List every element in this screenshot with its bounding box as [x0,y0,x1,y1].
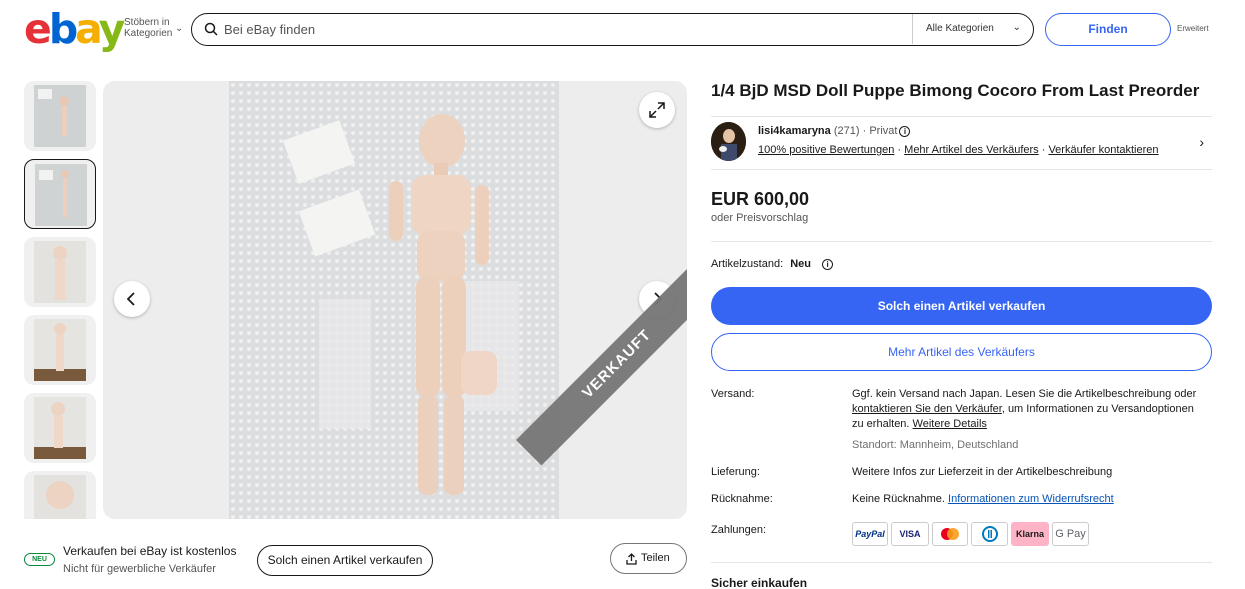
expand-icon [649,102,665,118]
seller-avatar [711,122,746,161]
contact-seller-shipping-link[interactable]: kontaktieren Sie den Verkäufer [852,403,1002,415]
thumbnail[interactable] [24,315,96,385]
find-button[interactable]: Finden [1045,13,1171,46]
seller-name[interactable]: lisi4kamaryna [758,125,831,137]
category-select[interactable]: Alle Kategorien ⌄ [912,14,1033,44]
chevron-down-icon: ⌄ [1012,22,1021,33]
payment-label: Zahlungen: [711,524,767,536]
price: EUR 600,00 [711,189,810,209]
doll-thumbnail-image [34,475,86,519]
seller-card[interactable]: lisi4kamaryna (271) · Privat i 100% posit… [711,116,1212,170]
sell-free-title: Verkaufen bei eBay ist kostenlos [63,544,237,558]
fullscreen-button[interactable] [639,92,675,128]
chevron-right-icon[interactable]: › [1199,134,1204,150]
thumbnail[interactable] [24,237,96,307]
seller-type: Privat [869,125,898,137]
condition-row: Artikelzustand: Neu i [711,258,834,270]
mastercard-icon [932,522,968,546]
next-image-button[interactable] [639,281,675,317]
paypal-icon: PayPal [852,522,888,546]
klarna-icon: Klarna [1011,522,1049,546]
more-items-link[interactable]: Mehr Artikel des Verkäufers [904,144,1039,156]
search-input[interactable]: Bei eBay finden [224,22,315,37]
condition-label: Artikelzustand: [711,258,784,270]
new-badge: NEU [24,553,55,566]
doll-thumbnail-image [34,241,86,303]
info-icon[interactable]: i [822,259,834,270]
doll-thumbnail-image [34,319,86,381]
listing-title: 1/4 BjD MSD Doll Puppe Bimong Cocoro Fro… [711,81,1200,100]
google-pay-icon: G Pay [1052,522,1089,546]
search-bar: Bei eBay finden Alle Kategorien ⌄ [191,13,1034,46]
seller-name-row: lisi4kamaryna (271) · Privat i [758,125,911,137]
doll-thumbnail-image [34,85,86,147]
chevron-down-icon: ⌄ [175,23,184,34]
shipping-label: Versand: [711,388,755,400]
seller-rating-count: (271) [833,125,860,137]
more-details-link[interactable]: Weitere Details [913,418,987,430]
doll-thumbnail-image [34,397,86,459]
search-icon [204,22,218,36]
more-seller-items-button[interactable]: Mehr Artikel des Verkäufers [711,333,1212,371]
delivery-value: Weitere Infos zur Lieferzeit in der Arti… [852,466,1113,478]
thumbnail[interactable] [24,471,96,519]
withdrawal-info-link[interactable]: Informationen zum Widerrufsrecht [948,493,1114,505]
visa-icon: VISA [891,522,929,546]
share-button[interactable]: Teilen [610,543,687,574]
safe-shopping-heading: Sicher einkaufen [711,576,808,589]
returns-label: Rücknahme: [711,493,773,505]
shipping-value: Ggf. kein Versand nach Japan. Lesen Sie … [852,388,1197,430]
contact-seller-link[interactable]: Verkäufer kontaktieren [1048,144,1158,156]
diners-icon [971,522,1008,546]
sell-similar-primary-button[interactable]: Solch einen Artikel verkaufen [711,287,1212,325]
sell-similar-button[interactable]: Solch einen Artikel verkaufen [257,545,433,576]
thumbnail[interactable] [24,393,96,463]
returns-value: Keine Rücknahme. Informationen zum Wider… [852,493,1114,505]
condition-value: Neu [790,258,811,270]
ebay-logo[interactable]: ebay [24,9,125,50]
main-image-viewer[interactable] [103,81,687,519]
browse-categories-button[interactable]: Stöbern in Kategorien [124,17,174,39]
location: Standort: Mannheim, Deutschland [852,439,1019,451]
sell-free-subtitle: Nicht für gewerbliche Verkäufer [63,563,216,575]
positive-feedback-link[interactable]: 100% positive Bewertungen [758,144,894,156]
seller-links: 100% positive Bewertungen · Mehr Artikel… [758,144,1159,156]
mastercard-logo [941,528,959,540]
doll-photo [229,81,559,519]
thumbnail-selected[interactable] [24,159,96,229]
previous-image-button[interactable] [114,281,150,317]
advanced-search-link[interactable]: Erweitert [1177,24,1209,33]
divider [711,241,1212,242]
share-icon [626,553,637,565]
thumbnail[interactable] [24,81,96,151]
chevron-right-icon [654,292,663,306]
delivery-label: Lieferung: [711,466,760,478]
offer-text: oder Preisvorschlag [711,212,809,224]
chevron-left-icon [126,292,135,306]
diners-logo [981,526,998,542]
doll-thumbnail-image [35,164,87,226]
info-icon[interactable]: i [899,126,911,137]
divider [711,562,1212,563]
